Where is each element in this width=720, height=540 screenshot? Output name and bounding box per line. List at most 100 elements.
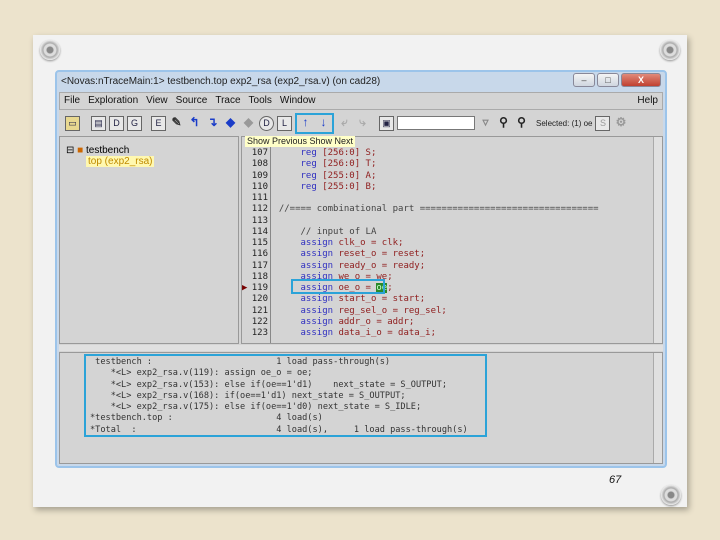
line-number: 120	[251, 294, 268, 305]
code-line[interactable]: 113	[242, 216, 279, 227]
show-next-button[interactable]: ↓	[316, 115, 331, 131]
forward-icon[interactable]: ◆	[241, 115, 256, 131]
line-number: 114	[251, 226, 268, 237]
signal-icon[interactable]: S	[595, 115, 611, 131]
tooltip: Show Previous Show Next	[245, 136, 356, 147]
close-button[interactable]: X	[621, 73, 661, 87]
trace-result-line[interactable]: *<L> exp2_rsa.v(153): else if(oe==1'd1) …	[90, 380, 481, 391]
line-number: 112	[251, 204, 268, 215]
trace-result-line[interactable]: *Total : 4 load(s), 1 load pass-through(…	[90, 425, 481, 436]
keyword: assign	[300, 249, 334, 260]
menu-window[interactable]: Window	[276, 93, 320, 109]
code-line[interactable]: 123 assign data_i_o = data_i;	[242, 328, 436, 339]
vertical-scrollbar[interactable]	[653, 137, 662, 343]
lock-icon[interactable]: ▣	[379, 115, 394, 131]
minimize-button[interactable]: –	[573, 73, 595, 87]
search-icon[interactable]: ⚲	[514, 115, 529, 131]
trace-result-line[interactable]: *<L> exp2_rsa.v(168): if(oe==1'd1) next_…	[90, 391, 481, 402]
code-text: ready_o = ready;	[333, 260, 426, 271]
code-text: reg_sel_o = reg_sel;	[333, 305, 447, 316]
line-number: 121	[251, 305, 268, 316]
toolbar: ▭ ▤ D G E ✎ ↰ ↴ ◆ ◆ D L ↑ ↓ ⤶ ⤷ ▣ ▿ ⚲ ⚲ …	[59, 112, 663, 134]
line-number: 122	[251, 316, 268, 327]
keyword: reg	[300, 181, 317, 192]
code-line[interactable]: 115 assign clk_o = clk;	[242, 238, 404, 249]
code-line[interactable]: 122 assign addr_o = addr;	[242, 316, 415, 328]
code-text: ;	[387, 283, 393, 293]
code-line[interactable]: 110 reg [255:0] B;	[242, 181, 377, 193]
code-text: addr_o = addr;	[333, 316, 415, 327]
trace-load-icon[interactable]: ↴	[205, 115, 220, 131]
vertical-scrollbar[interactable]	[653, 353, 662, 463]
code-line[interactable]: 121 assign reg_sel_o = reg_sel;	[242, 306, 447, 317]
menu-tools[interactable]: Tools	[245, 93, 276, 109]
trace-driver-icon[interactable]: ↰	[187, 115, 202, 131]
open-folder-icon[interactable]: ▭	[65, 115, 80, 131]
code-line[interactable]: 109 reg [255:0] A;	[242, 171, 377, 182]
keyword: assign	[300, 305, 334, 316]
screw-decoration	[660, 40, 680, 60]
code-text: [255:0] B;	[316, 181, 377, 192]
line-number: 115	[251, 238, 268, 248]
menu-exploration[interactable]: Exploration	[84, 93, 142, 109]
trace-result-line[interactable]: *<L> exp2_rsa.v(175): else if(oe==1'd0) …	[90, 402, 481, 413]
line-number: 107	[251, 148, 268, 158]
screw-decoration	[661, 485, 681, 505]
trace-result-line[interactable]: *testbench.top : 4 load(s)	[90, 413, 481, 424]
tree-item-top[interactable]: top (exp2_rsa)	[86, 156, 155, 167]
l-icon[interactable]: L	[277, 115, 292, 131]
code-text: clk_o = clk;	[333, 238, 404, 248]
menu-bar: File Exploration View Source Trace Tools…	[59, 92, 663, 110]
code-line[interactable]: 114 // input of LA	[242, 226, 377, 238]
window-icon[interactable]: D	[109, 115, 124, 131]
filter-icon[interactable]: ▿	[478, 115, 493, 131]
line-number: 123	[251, 328, 268, 338]
code-text: //==== combinational part ==============…	[278, 204, 599, 215]
maximize-button[interactable]: □	[597, 73, 619, 87]
search-icon[interactable]: ⚲	[496, 115, 511, 131]
back-icon[interactable]: ◆	[223, 115, 238, 131]
code-text: // input of LA	[278, 226, 377, 237]
code-line[interactable]: 112 //==== combinational part ==========…	[242, 204, 599, 215]
ntrace-window: <Novas:nTraceMain:1> testbench.top exp2_…	[55, 70, 667, 468]
horizontal-scrollbar[interactable]	[59, 345, 663, 351]
selected-label: Selected: (1) oe	[536, 118, 593, 128]
window-icon[interactable]: E	[151, 115, 166, 131]
trace-result-line[interactable]: *<L> exp2_rsa.v(119): assign oe_o = oe;	[90, 368, 481, 379]
menu-trace[interactable]: Trace	[211, 93, 244, 109]
line-number: 116	[251, 249, 268, 260]
menu-file[interactable]: File	[60, 93, 84, 109]
keyword: reg	[300, 148, 317, 158]
code-text: [256:0] S;	[316, 148, 377, 158]
window-icon[interactable]: ▤	[91, 115, 106, 131]
trace-results-panel: testbench : 1 load pass-through(s) *<L> …	[59, 352, 663, 464]
code-line[interactable]: 107 reg [256:0] S;	[242, 148, 377, 159]
disabled-icon: ⤶	[341, 114, 348, 129]
tree-label: testbench	[86, 145, 130, 156]
trace-result-line[interactable]: testbench : 1 load pass-through(s)	[90, 357, 481, 368]
page-number: 67	[609, 474, 622, 486]
gear-icon[interactable]: ⚙	[613, 115, 628, 131]
code-line[interactable]: 111	[242, 193, 279, 204]
line-number: 108	[251, 159, 268, 170]
trace-icon[interactable]: ✎	[169, 115, 184, 131]
window-icon[interactable]: G	[127, 115, 142, 131]
keyword: assign	[300, 328, 334, 338]
hierarchy-panel: ⊟ ■ testbench top (exp2_rsa)	[59, 136, 239, 344]
highlight-box	[291, 279, 385, 294]
show-previous-button[interactable]: ↑	[298, 115, 313, 131]
gutter-divider	[270, 137, 271, 343]
keyword: assign	[300, 238, 334, 248]
line-number: 111	[251, 193, 268, 203]
code-text: data_i_o = data_i;	[333, 328, 436, 338]
window-title: <Novas:nTraceMain:1> testbench.top exp2_…	[61, 76, 381, 87]
code-line[interactable]: 108 reg [256:0] T;	[242, 159, 377, 170]
code-text: reset_o = reset;	[333, 249, 426, 260]
menu-help[interactable]: Help	[633, 93, 662, 109]
tree-item-testbench[interactable]: ⊟ ■ testbench	[66, 145, 129, 156]
d-icon[interactable]: D	[259, 115, 274, 131]
find-input[interactable]	[397, 116, 475, 130]
menu-view[interactable]: View	[142, 93, 172, 109]
menu-source[interactable]: Source	[172, 93, 212, 109]
line-number: 113	[251, 215, 268, 226]
